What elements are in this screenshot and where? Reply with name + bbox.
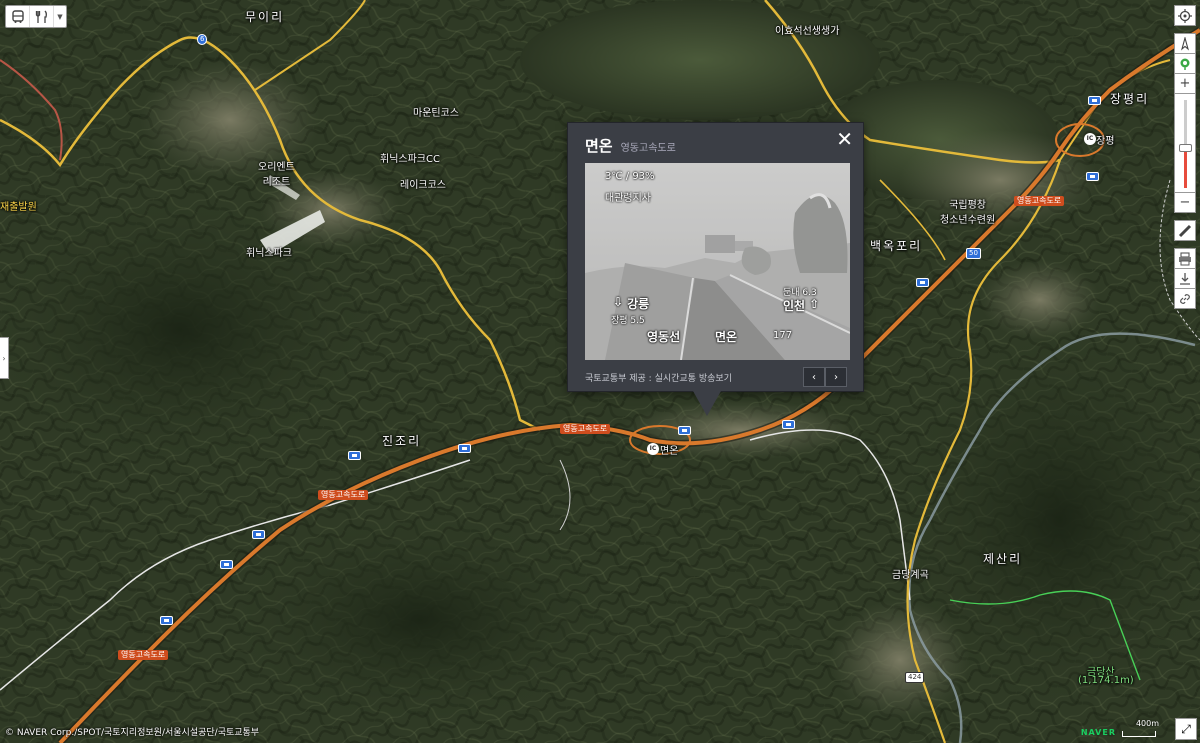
cctv-pin[interactable]	[160, 616, 173, 625]
poi-label-youth-center[interactable]: 국립평창 청소년수련원	[940, 196, 995, 226]
side-panel-toggle[interactable]: ›	[0, 337, 9, 379]
feed-line: 영동선	[647, 330, 681, 344]
bus-icon[interactable]	[6, 6, 30, 27]
poi-label-jaeulbalwon[interactable]: 재출발원	[0, 198, 37, 213]
cctv-pin[interactable]	[1086, 172, 1099, 181]
cctv-pin[interactable]	[220, 560, 233, 569]
cctv-pin[interactable]	[916, 278, 929, 287]
scale-ruler: 400m	[1122, 719, 1159, 737]
feed-left-destination: 강릉	[627, 297, 650, 311]
arrow-up-icon: ⇧	[809, 297, 820, 311]
download-icon[interactable]	[1174, 268, 1196, 289]
scale-value: 400m	[1135, 719, 1159, 728]
route-50-shield: 50	[966, 248, 981, 259]
place-label-baekokpori: 백옥포리	[870, 239, 923, 253]
feed-location: 면온	[715, 330, 738, 344]
highway-badge: 영동고속도로	[1014, 196, 1065, 206]
highway-badge: 영동고속도로	[318, 490, 369, 500]
route-424-shield: 424	[905, 672, 925, 683]
ic-label-jangpyeong[interactable]: 장평	[1096, 132, 1114, 147]
cctv-pin-selected[interactable]	[678, 426, 691, 435]
popup-pointer	[693, 391, 721, 416]
poi-label-lake-course[interactable]: 레이크코스	[400, 176, 446, 191]
zoom-in-icon[interactable]: +	[1174, 73, 1196, 94]
cctv-pin[interactable]	[782, 420, 795, 429]
feed-right-destination: 인천	[783, 299, 806, 313]
popup-footer[interactable]: 국토교통부 제공 : 실시간교통 방송보기	[585, 371, 732, 384]
restaurant-icon[interactable]	[30, 6, 54, 27]
naver-logo: NAVER	[1080, 728, 1116, 737]
close-icon[interactable]: ✕	[836, 129, 853, 149]
ruler-icon[interactable]	[1174, 220, 1196, 241]
zoom-slider-fill	[1184, 148, 1187, 188]
link-icon[interactable]	[1174, 288, 1196, 309]
feed-left-direction: ⇩ 강릉	[613, 295, 649, 312]
location-icon[interactable]	[1174, 5, 1196, 26]
popup-title: 면온	[585, 137, 613, 155]
cctv-pin[interactable]	[348, 451, 361, 460]
poi-label-geumdangsan-elevation: (1,174.1m)	[1078, 675, 1134, 686]
ic-icon: IC	[647, 443, 659, 455]
cctv-popup: 면온 영동고속도로 ✕ 3℃ / 93% 대관령지사 ⇩ 강릉 장평 5.5 둔…	[567, 122, 864, 416]
highway-badge: 영동고속도로	[118, 650, 169, 660]
poi-label-phoenix-park[interactable]: 휘닉스파크	[246, 244, 292, 259]
popup-subtitle: 영동고속도로	[620, 143, 676, 154]
zoom-out-icon[interactable]: −	[1174, 192, 1196, 213]
scale-bar: NAVER 400m	[1080, 719, 1159, 737]
cctv-pin[interactable]	[458, 444, 471, 453]
cctv-pin[interactable]	[1088, 96, 1101, 105]
ic-label-myeonon[interactable]: 면온	[660, 442, 678, 457]
poi-label-geumdang-valley[interactable]: 금당계곡	[892, 566, 929, 581]
street-view-icon[interactable]	[1174, 53, 1196, 74]
next-button[interactable]: ›	[825, 367, 847, 387]
feed-right-direction: 인천 ⇧	[783, 297, 819, 314]
zoom-slider-handle[interactable]	[1179, 144, 1192, 153]
compass-icon[interactable]	[1174, 33, 1196, 54]
poi-label-phoenix-cc[interactable]: 휘닉스파크CC	[380, 150, 440, 165]
poi-label-ihyoseok[interactable]: 이효석선생생가	[775, 22, 839, 37]
feed-office: 대관령지사	[605, 193, 651, 204]
poi-label-mountain-course[interactable]: 마운틴코스	[413, 104, 459, 119]
ic-icon: IC	[1084, 133, 1096, 145]
category-toolbar: ▼	[5, 5, 67, 28]
feed-km: 177	[773, 330, 793, 341]
zoom-slider[interactable]	[1174, 93, 1196, 193]
fullscreen-icon[interactable]: ⤢	[1175, 718, 1197, 740]
place-label-jesanri: 제산리	[983, 552, 1023, 566]
dropdown-icon[interactable]: ▼	[54, 6, 66, 27]
place-label-jangpyeongri: 장평리	[1110, 92, 1150, 106]
map-control-rail: + −	[1174, 5, 1196, 309]
copyright-text: © NAVER Corp./SPOT/국토지리정보원/서울시설공단/국토교통부	[5, 728, 260, 738]
feed-weather: 3℃ / 93%	[605, 171, 655, 182]
print-icon[interactable]	[1174, 248, 1196, 269]
cctv-pin[interactable]	[252, 530, 265, 539]
place-label-jinjori: 진조리	[382, 434, 422, 448]
poi-label-orient-resort[interactable]: 오리엔트 리조트	[258, 158, 295, 188]
prev-button[interactable]: ‹	[803, 367, 825, 387]
feed-left-distance: 장평 5.5	[611, 316, 645, 326]
place-label-muiri: 무이리	[245, 10, 285, 24]
arrow-down-icon: ⇩	[613, 295, 624, 309]
cctv-video-feed[interactable]: 3℃ / 93% 대관령지사 ⇩ 강릉 장평 5.5 둔내 6.3 인천 ⇧ 영…	[585, 163, 850, 360]
highway-badge: 영동고속도로	[560, 424, 611, 434]
